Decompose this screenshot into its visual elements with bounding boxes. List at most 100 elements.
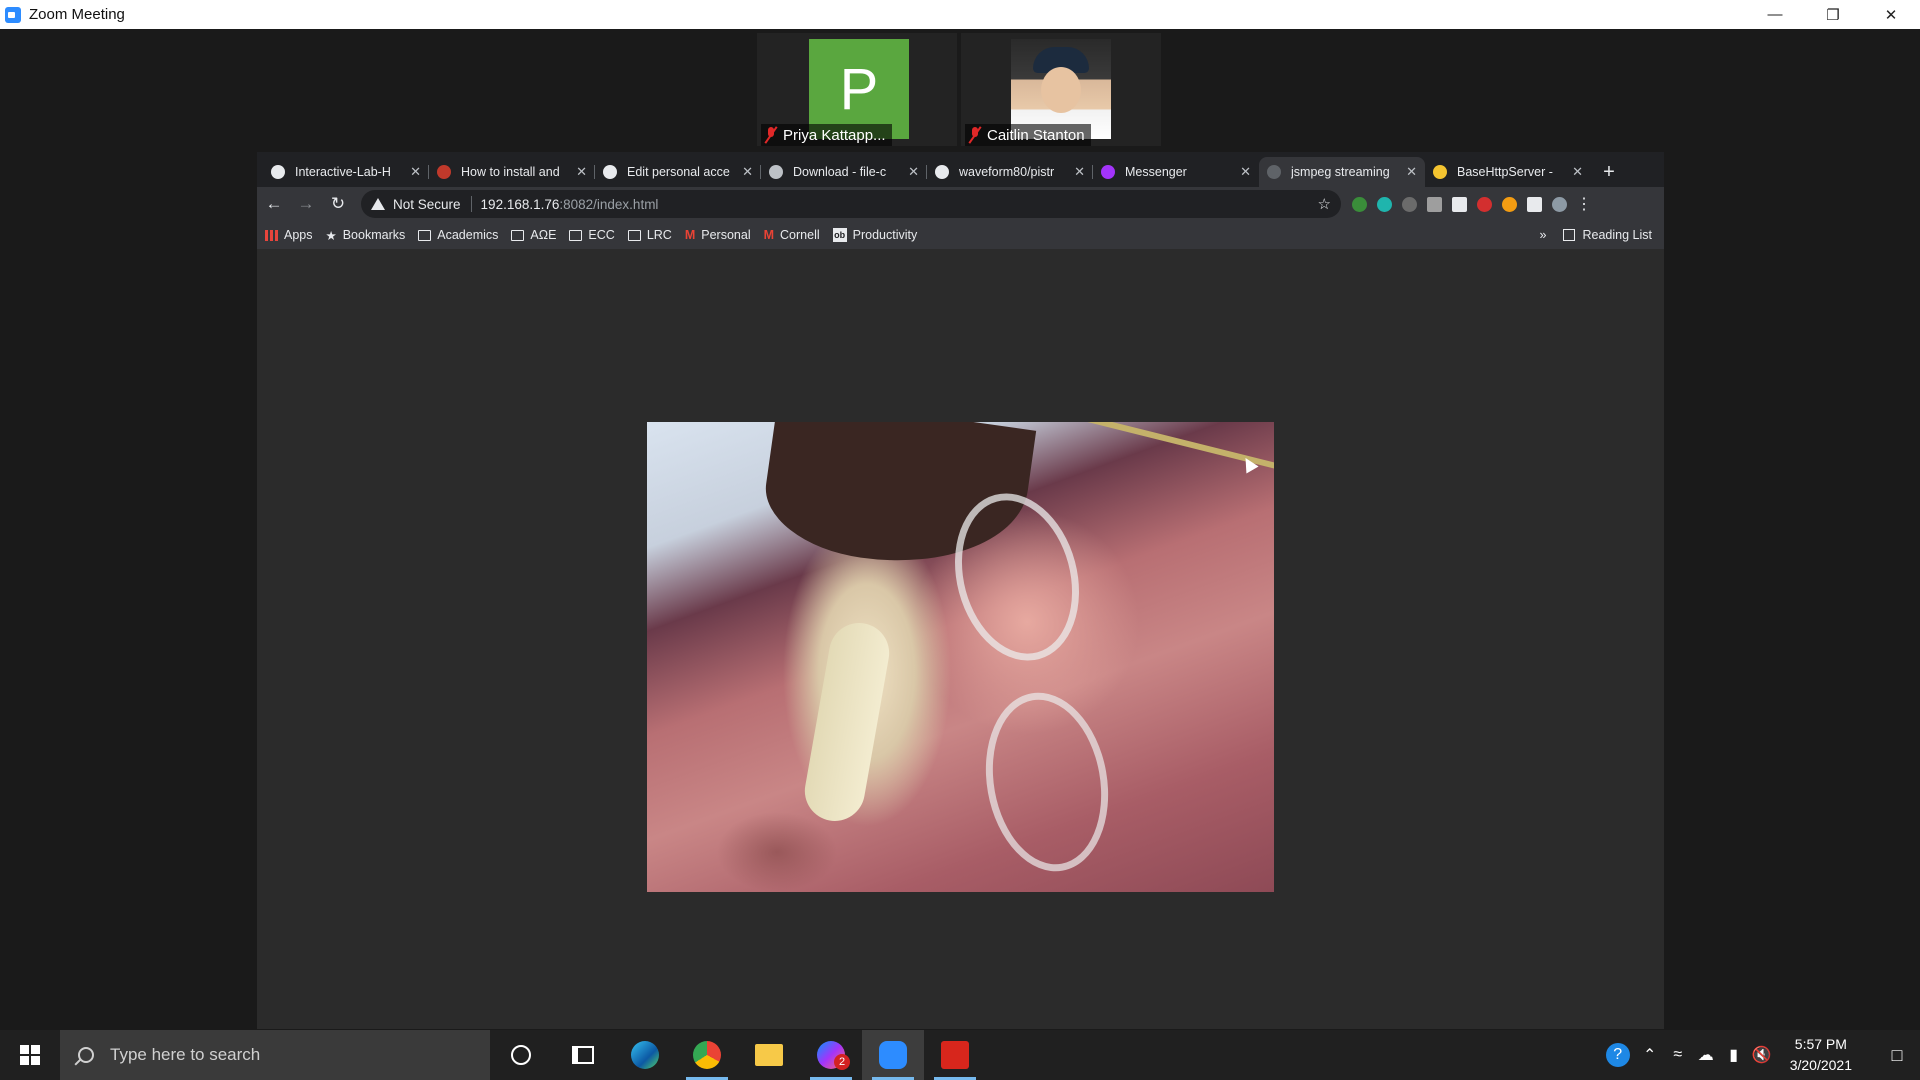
clock[interactable]: 5:57 PM 3/20/2021 — [1790, 1034, 1852, 1076]
python-icon — [1433, 165, 1447, 179]
profile-avatar[interactable] — [1552, 196, 1567, 212]
action-center-icon[interactable]: □ — [1874, 1045, 1920, 1066]
mic-muted-icon — [969, 127, 981, 143]
volume-muted-icon[interactable]: 🔇 — [1748, 1045, 1776, 1065]
bookmark-label: Cornell — [780, 228, 820, 242]
minimize-button[interactable]: — — [1746, 0, 1804, 29]
browser-tab[interactable]: How to install and ✕ — [429, 157, 595, 187]
close-tab-icon[interactable]: ✕ — [1074, 164, 1085, 180]
forward-button[interactable]: → — [291, 189, 321, 219]
acrobat-icon — [941, 1041, 969, 1069]
extension-icon[interactable] — [1377, 196, 1392, 212]
apps-icon — [265, 229, 278, 241]
participant-name: Caitlin Stanton — [987, 126, 1085, 144]
bookmarks-bar: Apps ★ Bookmarks Academics AΩE ECC LRC M… — [257, 221, 1664, 249]
zoom-button[interactable] — [862, 1030, 924, 1080]
chrome-button[interactable] — [676, 1030, 738, 1080]
new-tab-button[interactable]: + — [1595, 157, 1623, 187]
browser-tab[interactable]: Messenger ✕ — [1093, 157, 1259, 187]
extension-icon[interactable] — [1427, 196, 1442, 212]
restore-button[interactable]: ❐ — [1804, 0, 1862, 29]
acrobat-button[interactable] — [924, 1030, 986, 1080]
bookmark-star-icon[interactable]: ☆ — [1318, 195, 1331, 213]
browser-tab[interactable]: Edit personal acce ✕ — [595, 157, 761, 187]
close-tab-icon[interactable]: ✕ — [1240, 164, 1251, 180]
notification-badge: 2 — [834, 1054, 850, 1070]
star-icon: ★ — [325, 228, 337, 243]
puzzle-icon[interactable] — [1527, 196, 1542, 212]
zoom-app-icon — [5, 6, 21, 23]
gmail-icon: M — [763, 228, 775, 242]
bookmark-apps[interactable]: Apps — [265, 228, 313, 242]
close-tab-icon[interactable]: ✕ — [1572, 164, 1583, 180]
close-tab-icon[interactable]: ✕ — [908, 164, 919, 180]
extension-icon[interactable] — [1477, 196, 1492, 212]
tab-label: jsmpeg streaming — [1291, 165, 1390, 179]
url-host: 192.168.1.76 — [480, 196, 560, 212]
participant-name-bar: Priya Kattapp... — [761, 124, 892, 146]
browser-tab[interactable]: waveform80/pistr ✕ — [927, 157, 1093, 187]
more-bookmarks-icon[interactable]: » — [1540, 228, 1547, 242]
tab-label: Interactive-Lab-H — [295, 165, 391, 179]
file-explorer-button[interactable] — [738, 1030, 800, 1080]
browser-tab-strip: Interactive-Lab-H ✕ How to install and ✕… — [257, 152, 1664, 187]
taskbar-search-box[interactable]: Type here to search — [60, 1030, 490, 1080]
tab-label: Edit personal acce — [627, 165, 730, 179]
edge-button[interactable] — [614, 1030, 676, 1080]
onedrive-icon[interactable]: ☁ — [1692, 1045, 1720, 1065]
browser-tab[interactable]: Download - file-c ✕ — [761, 157, 927, 187]
browser-tab[interactable]: Interactive-Lab-H ✕ — [263, 157, 429, 187]
task-view-button[interactable] — [552, 1030, 614, 1080]
start-button[interactable] — [0, 1030, 60, 1080]
bookmark-personal[interactable]: M Personal — [685, 228, 751, 242]
close-tab-icon[interactable]: ✕ — [410, 164, 421, 180]
url-path: :8082/index.html — [559, 196, 659, 212]
bookmark-folder-academics[interactable]: Academics — [418, 228, 498, 242]
participant-tile-priya[interactable]: P Priya Kattapp... — [757, 33, 957, 146]
help-icon[interactable]: ? — [1605, 1043, 1630, 1067]
extension-icon[interactable] — [1402, 196, 1417, 212]
close-tab-icon[interactable]: ✕ — [1406, 164, 1417, 180]
bookmark-productivity[interactable]: ob Productivity — [832, 228, 917, 242]
folder-icon — [418, 229, 432, 241]
bookmark-folder-lrc[interactable]: LRC — [627, 228, 672, 242]
close-button[interactable]: ✕ — [1862, 0, 1920, 29]
menu-icon[interactable]: ⋮ — [1576, 194, 1592, 214]
bookmark-folder-ecc[interactable]: ECC — [569, 228, 615, 242]
address-bar[interactable]: Not Secure 192.168.1.76:8082/index.html … — [361, 190, 1341, 218]
extension-icon[interactable] — [1502, 196, 1517, 212]
cortana-icon — [511, 1045, 531, 1065]
bookmark-folder-aoe[interactable]: AΩE — [511, 228, 556, 242]
messenger-icon — [1101, 165, 1115, 179]
bookmark-label: AΩE — [530, 228, 557, 242]
messenger-button[interactable]: 2 — [800, 1030, 862, 1080]
folder-icon — [569, 229, 583, 241]
reload-button[interactable]: ↻ — [323, 189, 353, 219]
battery-icon[interactable]: ▮ — [1720, 1045, 1748, 1065]
chevron-up-icon[interactable]: ⌃ — [1636, 1045, 1664, 1065]
close-tab-icon[interactable]: ✕ — [742, 164, 753, 180]
cortana-button[interactable] — [490, 1030, 552, 1080]
windows-logo-icon — [20, 1045, 40, 1065]
globe-icon — [769, 165, 783, 179]
tab-label: Messenger — [1125, 165, 1187, 179]
bookmark-label: LRC — [646, 228, 672, 242]
clock-time: 5:57 PM — [1794, 1036, 1847, 1052]
bookmark-cornell[interactable]: M Cornell — [764, 228, 820, 242]
gmail-icon: M — [684, 228, 696, 242]
system-tray: ? ⌃ ≈ ☁ ▮ 🔇 5:57 PM 3/20/2021 □ — [1605, 1030, 1920, 1080]
reading-list-label[interactable]: Reading List — [1583, 228, 1653, 242]
globe-icon — [1267, 165, 1281, 179]
back-button[interactable]: ← — [259, 189, 289, 219]
participant-name: Priya Kattapp... — [783, 126, 886, 144]
browser-tab-active[interactable]: jsmpeg streaming ✕ — [1259, 157, 1425, 187]
extension-icon[interactable] — [1352, 196, 1367, 212]
video-stream-canvas[interactable] — [647, 422, 1274, 892]
mic-muted-icon — [765, 127, 777, 143]
browser-tab[interactable]: BaseHttpServer - ✕ — [1425, 157, 1591, 187]
close-tab-icon[interactable]: ✕ — [576, 164, 587, 180]
bookmark-bookmarks[interactable]: ★ Bookmarks — [326, 228, 406, 243]
notion-icon[interactable] — [1452, 196, 1467, 212]
participant-tile-caitlin[interactable]: Caitlin Stanton — [961, 33, 1161, 146]
wifi-icon[interactable]: ≈ — [1664, 1046, 1692, 1064]
